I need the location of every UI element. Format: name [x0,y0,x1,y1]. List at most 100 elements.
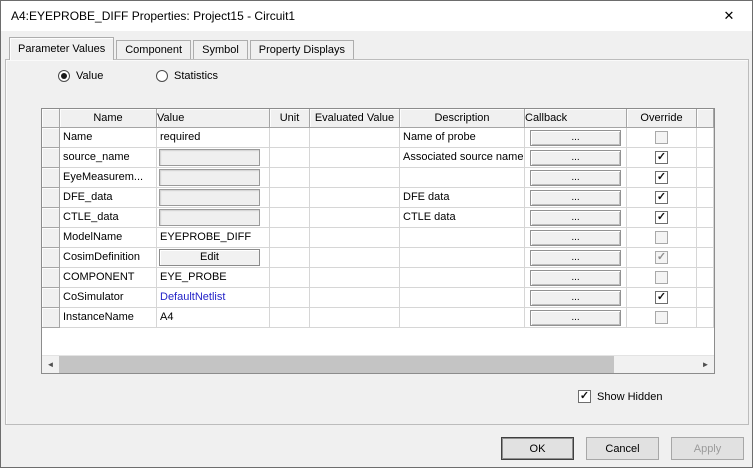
param-description-cell [400,268,525,288]
param-name-cell[interactable]: CosimDefinition [60,248,157,268]
row-selector[interactable] [42,168,60,188]
param-name-cell[interactable]: Name [60,128,157,148]
param-value-cell[interactable]: required [157,128,270,148]
header-value: Value [157,109,270,128]
close-button[interactable]: ✕ [706,1,752,31]
statistics-radio[interactable] [156,70,168,82]
param-description-cell: DFE data [400,188,525,208]
override-checkbox[interactable]: ✓ [655,171,668,184]
value-radio-label: Value [76,70,104,82]
filler-cell [697,248,714,268]
callback-button[interactable]: ... [530,209,621,226]
callback-button[interactable]: ... [530,229,621,246]
override-checkbox[interactable]: ✓ [655,211,668,224]
cancel-button[interactable]: Cancel [586,437,659,460]
apply-button[interactable]: Apply [671,437,744,460]
param-value-input[interactable] [159,149,260,166]
value-radio[interactable] [58,70,70,82]
row-selector[interactable] [42,288,60,308]
param-name-cell[interactable]: DFE_data [60,188,157,208]
row-selector[interactable] [42,148,60,168]
scroll-right-icon[interactable]: ► [697,356,714,373]
row-selector[interactable] [42,308,60,328]
callback-button[interactable]: ... [530,249,621,266]
param-name-cell[interactable]: source_name [60,148,157,168]
row-selector[interactable] [42,128,60,148]
override-checkbox[interactable] [655,271,668,284]
param-value-cell[interactable]: EYE_PROBE [157,268,270,288]
override-checkbox[interactable] [655,311,668,324]
header-description: Description [400,109,525,128]
param-override-cell: ✓ [627,248,697,268]
header-filler [697,109,714,128]
ok-button[interactable]: OK [501,437,574,460]
callback-button[interactable]: ... [530,309,621,326]
header-override: Override [627,109,697,128]
param-value-text[interactable]: A4 [159,308,173,327]
param-override-cell [627,228,697,248]
horizontal-scrollbar[interactable]: ◄ ► [42,355,714,373]
show-hidden-checkbox[interactable]: ✓ [578,390,591,403]
param-unit-cell [270,308,310,328]
table-row: InstanceName A4 ... [42,308,714,328]
param-evaluated-cell [310,228,400,248]
param-unit-cell [270,268,310,288]
param-unit-cell [270,128,310,148]
param-value-link[interactable]: DefaultNetlist [159,288,225,307]
header-name: Name [60,109,157,128]
param-override-cell: ✓ [627,148,697,168]
callback-button[interactable]: ... [530,289,621,306]
row-selector[interactable] [42,248,60,268]
scroll-left-icon[interactable]: ◄ [42,356,59,373]
param-evaluated-cell [310,168,400,188]
param-name-cell[interactable]: CTLE_data [60,208,157,228]
tab-component[interactable]: Component [116,40,192,59]
tab-strip: Parameter Values Component Symbol Proper… [9,37,356,60]
tab-parameter-values[interactable]: Parameter Values [9,37,115,60]
callback-button[interactable]: ... [530,169,621,186]
override-checkbox[interactable]: ✓ [655,151,668,164]
param-value-cell[interactable]: DefaultNetlist [157,288,270,308]
tab-property-displays[interactable]: Property Displays [249,40,354,59]
show-hidden-control[interactable]: ✓ Show Hidden [578,390,662,403]
scroll-thumb[interactable] [59,356,615,373]
param-callback-cell: ... [525,148,627,168]
param-value-text[interactable]: EYE_PROBE [159,268,227,287]
param-value-cell[interactable]: EYEPROBE_DIFF [157,228,270,248]
table-row: CosimDefinition Edit ... ✓ [42,248,714,268]
row-selector[interactable] [42,208,60,228]
row-selector[interactable] [42,228,60,248]
override-checkbox[interactable]: ✓ [655,291,668,304]
edit-button[interactable]: Edit [159,249,260,266]
callback-button[interactable]: ... [530,129,621,146]
scroll-track[interactable] [59,356,697,373]
param-evaluated-cell [310,188,400,208]
param-value-text[interactable]: required [159,128,200,147]
parameter-table: Name Value Unit Evaluated Value Descript… [41,108,715,374]
param-name-cell[interactable]: CoSimulator [60,288,157,308]
callback-button[interactable]: ... [530,269,621,286]
param-value-input[interactable] [159,189,260,206]
param-value-input[interactable] [159,169,260,186]
param-name-cell[interactable]: COMPONENT [60,268,157,288]
value-radio-item[interactable]: Value [58,70,103,82]
param-override-cell: ✓ [627,188,697,208]
param-name-cell[interactable]: EyeMeasurem... [60,168,157,188]
override-checkbox[interactable]: ✓ [655,191,668,204]
header-unit: Unit [270,109,310,128]
override-checkbox[interactable] [655,131,668,144]
tab-symbol[interactable]: Symbol [193,40,248,59]
param-value-text[interactable]: EYEPROBE_DIFF [159,228,251,247]
row-selector[interactable] [42,268,60,288]
callback-button[interactable]: ... [530,189,621,206]
statistics-radio-item[interactable]: Statistics [156,70,218,82]
param-name-cell[interactable]: ModelName [60,228,157,248]
row-selector[interactable] [42,188,60,208]
param-value-cell[interactable]: A4 [157,308,270,328]
callback-button[interactable]: ... [530,149,621,166]
param-value-input[interactable] [159,209,260,226]
override-checkbox[interactable] [655,231,668,244]
override-checkbox[interactable]: ✓ [655,251,668,264]
param-name-cell[interactable]: InstanceName [60,308,157,328]
filler-cell [697,208,714,228]
